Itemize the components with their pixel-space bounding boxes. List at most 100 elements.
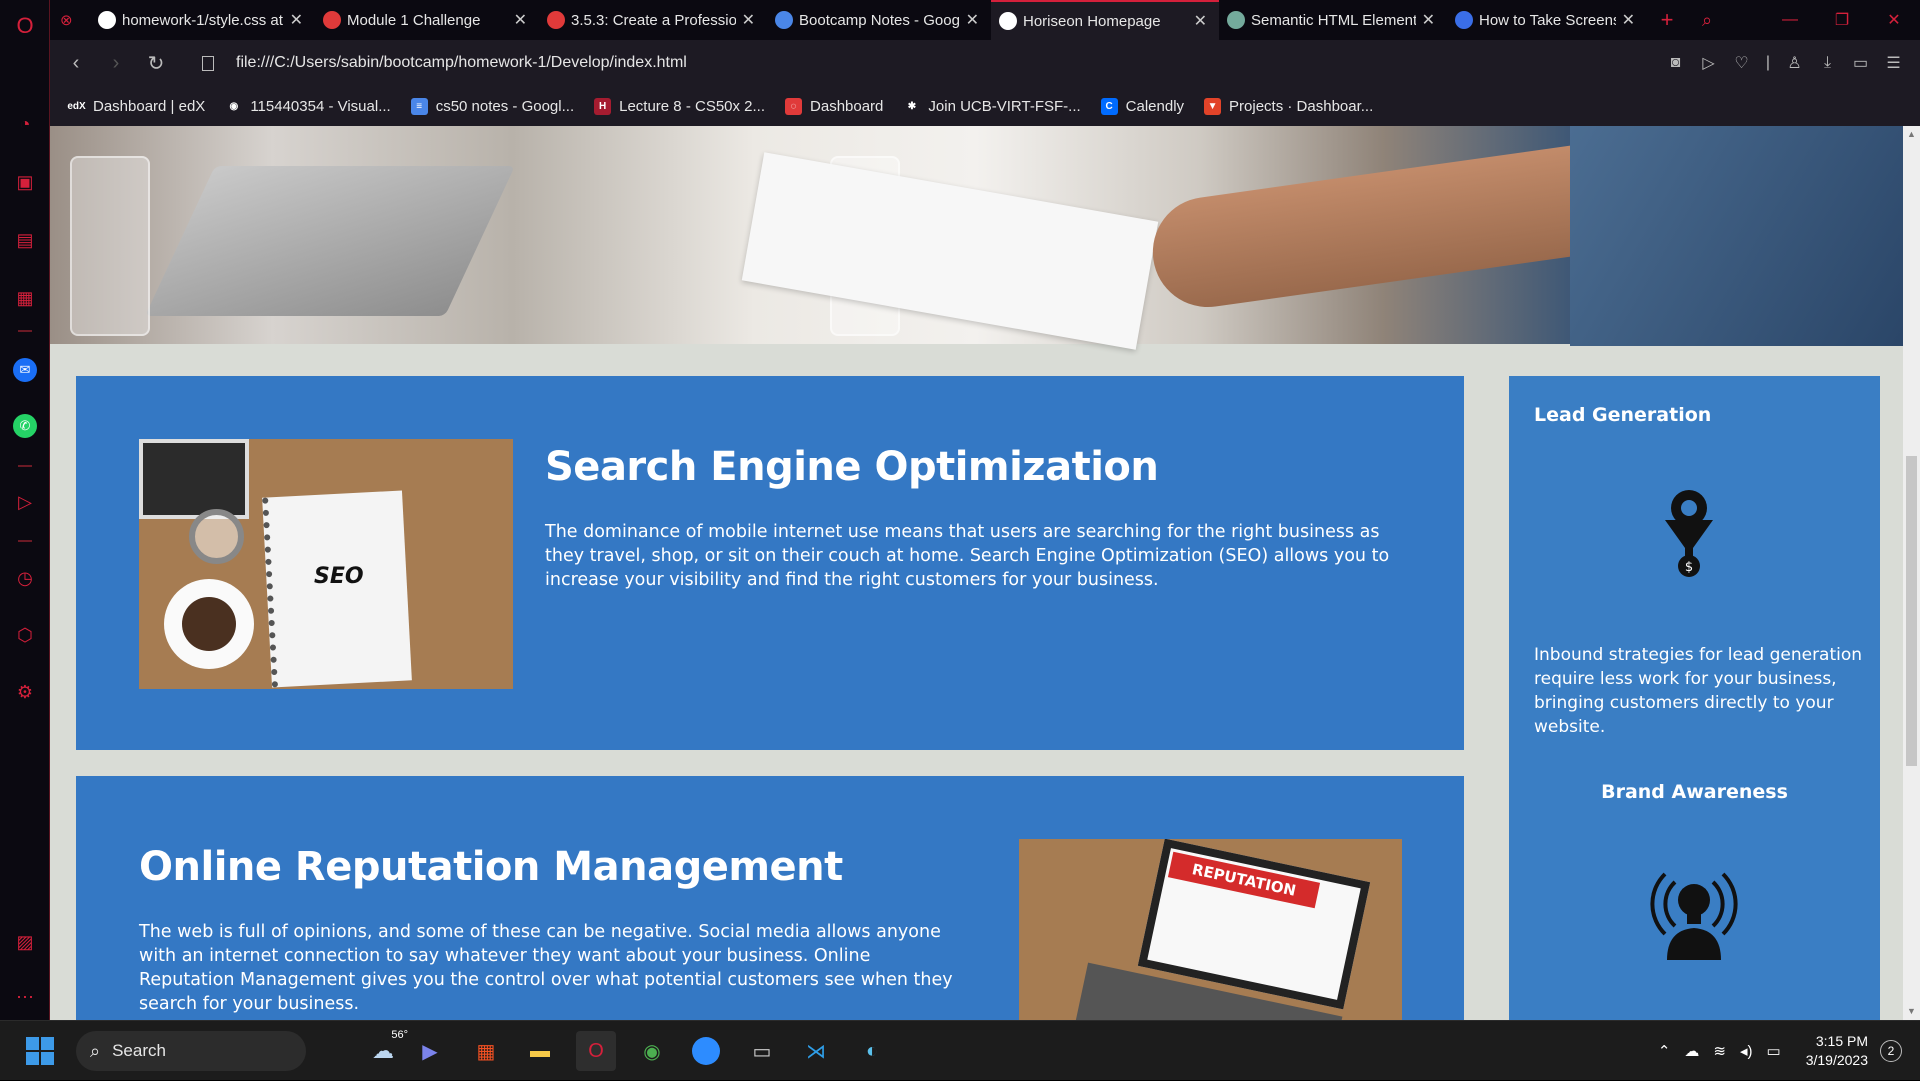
bookmark-6[interactable]: C Calendly (1100, 97, 1184, 115)
tab-close-icon[interactable]: ✕ (514, 10, 527, 30)
whatsapp-icon[interactable]: ✆ (13, 414, 37, 438)
page-scrollbar[interactable]: ▲ ▼ (1903, 126, 1920, 1020)
sidebar-divider (18, 465, 32, 467)
more-dots-icon[interactable]: ⋯ (13, 985, 37, 1009)
battery-icon[interactable]: ▭ (1767, 1042, 1781, 1060)
clock-date: 3/19/2023 (1805, 1052, 1868, 1068)
calendly-icon: C (1100, 97, 1118, 115)
file-explorer-icon[interactable]: ▬ (520, 1031, 560, 1071)
battery-saver-icon[interactable]: ▭ (1844, 53, 1877, 73)
extensions-cube-icon[interactable]: ⬡ (13, 623, 37, 647)
gx-corner-icon[interactable]: ⊗ (50, 0, 90, 40)
aria-ai-icon[interactable]: ▦ (13, 286, 37, 310)
taskbar-search[interactable]: ⌕ Search (76, 1031, 306, 1071)
tab-2[interactable]: 3.5.3: Create a Professio ✕ (539, 0, 767, 40)
google-docs-icon (775, 11, 793, 29)
tab-close-icon[interactable]: ✕ (1422, 10, 1435, 30)
search-tabs-icon[interactable]: ⌕ (1687, 0, 1727, 40)
history-icon[interactable]: ◷ (13, 566, 37, 590)
bookmark-heart-icon[interactable]: ♡ (1725, 53, 1758, 73)
vscode-icon[interactable]: ⋊ (796, 1031, 836, 1071)
tab-close-icon[interactable]: ✕ (1622, 10, 1635, 30)
tab-3[interactable]: Bootcamp Notes - Goog ✕ (767, 0, 991, 40)
weather-widget[interactable]: ☁ 56° (358, 1029, 408, 1071)
zoom-icon[interactable] (686, 1031, 726, 1071)
close-window-icon[interactable]: ✕ (1868, 0, 1920, 40)
forward-icon[interactable]: › (96, 43, 136, 83)
scroll-down-icon[interactable]: ▼ (1903, 1003, 1920, 1020)
wifi-icon[interactable]: ≋ (1713, 1042, 1726, 1060)
bookmark-label: Dashboard (810, 97, 884, 115)
send-icon[interactable]: ▷ (1692, 53, 1725, 73)
account-icon[interactable]: ♙ (1778, 53, 1811, 73)
bookmark-4[interactable]: ◌ Dashboard (785, 97, 884, 115)
bookmark-3[interactable]: H Lecture 8 - CS50x 2... (594, 97, 765, 115)
tab-5[interactable]: Semantic HTML Element ✕ (1219, 0, 1447, 40)
scrollbar-thumb[interactable] (1906, 456, 1917, 766)
tab-1[interactable]: Module 1 Challenge ✕ (315, 0, 539, 40)
onedrive-cloud-icon[interactable]: ☁ (1684, 1042, 1699, 1060)
snapshot-camera-icon[interactable]: ◙ (1659, 54, 1692, 72)
twitch-icon[interactable]: ▤ (13, 228, 37, 252)
bookmark-label: Join UCB-VIRT-FSF-... (928, 97, 1081, 115)
new-tab-plus-icon[interactable]: + (1647, 0, 1687, 40)
chrome-icon[interactable]: ◉ (632, 1031, 672, 1071)
back-icon[interactable]: ‹ (56, 43, 96, 83)
search-icon: ⌕ (90, 1040, 101, 1061)
seo-image-text: SEO (314, 564, 364, 589)
player-icon[interactable]: ▷ (13, 490, 37, 514)
windows-taskbar: ⌕ Search ☁ 56° ▶ ▦ ▬ O ◉ ▭ ⋊ ◐ ⌃ ☁ ≋ ◂) … (0, 1020, 1920, 1080)
scroll-up-icon[interactable]: ▲ (1903, 126, 1920, 143)
show-hidden-icons-chevron-icon[interactable]: ⌃ (1658, 1042, 1671, 1060)
brand-awareness-icon (1650, 872, 1738, 960)
teams-chat-icon[interactable]: ▶ (410, 1031, 450, 1071)
slack-icon: ✱ (903, 97, 921, 115)
windows-start-icon[interactable] (20, 1031, 60, 1071)
opera-logo-icon[interactable]: O (13, 13, 37, 38)
reload-icon[interactable]: ↻ (136, 43, 176, 83)
sidebar-divider (18, 330, 32, 332)
tab-4[interactable]: Horiseon Homepage ✕ (991, 0, 1219, 40)
tab-0[interactable]: homework-1/style.css at ✕ (90, 0, 315, 40)
brand-awareness-heading: Brand Awareness (1601, 781, 1788, 803)
url-field[interactable]: file:///C:/Users/sabin/bootcamp/homework… (202, 54, 687, 72)
messenger-icon[interactable]: ✉ (13, 358, 37, 382)
tab-6[interactable]: How to Take Screenshot ✕ (1447, 0, 1647, 40)
speed-dial-icon[interactable]: ◔ (13, 112, 37, 136)
tab-close-icon[interactable]: ✕ (742, 10, 755, 30)
globe-icon (999, 12, 1017, 30)
easy-setup-icon[interactable]: ☰ (1877, 53, 1910, 73)
bookmark-2[interactable]: ≡ cs50 notes - Googl... (410, 97, 575, 115)
opera-gx-taskbar-icon[interactable]: O (576, 1031, 616, 1071)
url-text[interactable]: file:///C:/Users/sabin/bootcamp/homework… (236, 54, 687, 72)
bookmark-1[interactable]: ◉ 115440354 - Visual... (225, 97, 391, 115)
google-docs-icon: ≡ (410, 97, 428, 115)
downloads-icon[interactable]: ⤓ (1811, 54, 1844, 72)
restore-icon[interactable]: ❐ (1816, 0, 1868, 40)
address-bar: ‹ › ↻ file:///C:/Users/sabin/bootcamp/ho… (50, 40, 1920, 86)
microsoft-store-icon[interactable]: ▦ (466, 1031, 506, 1071)
tab-close-icon[interactable]: ✕ (1194, 11, 1207, 31)
tab-close-icon[interactable]: ✕ (966, 10, 979, 30)
gitlab-icon: ▼ (1204, 97, 1222, 115)
tab-title: Semantic HTML Element (1251, 11, 1416, 29)
bookmark-0[interactable]: edX Dashboard | edX (67, 97, 206, 115)
work-bag-icon[interactable]: ▣ (13, 170, 37, 194)
minimize-icon[interactable]: — (1764, 0, 1816, 40)
notification-badge[interactable]: 2 (1880, 1040, 1902, 1062)
settings-gear-icon[interactable]: ⚙ (13, 680, 37, 704)
edge-icon[interactable]: ◐ (852, 1031, 892, 1071)
bookmark-5[interactable]: ✱ Join UCB-VIRT-FSF-... (903, 97, 1081, 115)
tab-close-icon[interactable]: ✕ (290, 10, 303, 30)
clock[interactable]: 3:15 PM 3/19/2023 (1806, 1032, 1868, 1070)
terminal-icon[interactable]: ▭ (742, 1031, 782, 1071)
pinboard-icon[interactable]: ▨ (13, 930, 37, 954)
sidebar-divider (18, 540, 32, 542)
canvas-icon (547, 11, 565, 29)
bookmark-7[interactable]: ▼ Projects · Dashboar... (1204, 97, 1373, 115)
bookmark-label: Dashboard | edX (93, 97, 206, 115)
harvard-icon: H (594, 97, 612, 115)
github-icon (98, 11, 116, 29)
volume-icon[interactable]: ◂) (1740, 1042, 1753, 1060)
bookmark-label: cs50 notes - Googl... (435, 97, 575, 115)
